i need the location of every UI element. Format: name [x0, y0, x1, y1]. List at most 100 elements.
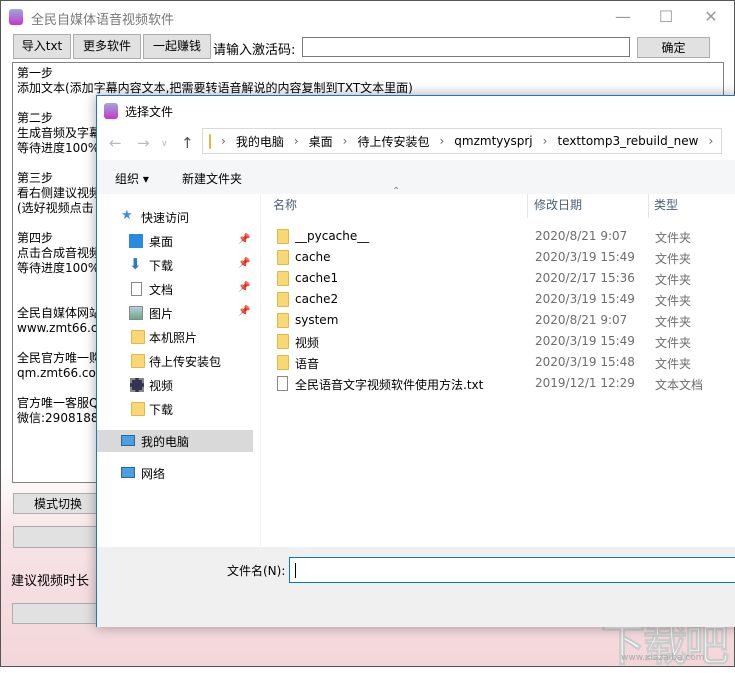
file-date: 2020/3/19 15:48 — [535, 355, 635, 369]
file-row[interactable]: cache1 2020/2/17 15:36 文件夹 — [273, 268, 733, 289]
file-date: 2020/3/19 15:49 — [535, 292, 635, 306]
sidebar-item-download-folder[interactable]: 下载 — [97, 398, 253, 420]
file-name: cache — [295, 250, 331, 264]
sidebar-item-documents[interactable]: 文档 📌 — [97, 278, 253, 300]
column-header-name[interactable]: 名称 — [273, 196, 297, 213]
sidebar-item-upload-packages[interactable]: 待上传安装包 — [97, 350, 253, 372]
activation-code-input[interactable] — [302, 37, 630, 57]
file-name: cache2 — [295, 292, 339, 306]
sidebar-item-videos[interactable]: 视频 — [97, 374, 253, 396]
desktop-icon — [129, 234, 143, 248]
file-row[interactable]: cache 2020/3/19 15:49 文件夹 — [273, 247, 733, 268]
sidebar-item-quick-access[interactable]: ★ 快速访问 — [97, 206, 253, 228]
window-title: 全民自媒体语音视频软件 — [31, 13, 175, 28]
pin-icon: 📌 — [238, 234, 251, 245]
file-type: 文件夹 — [655, 294, 692, 308]
network-icon — [121, 467, 135, 478]
back-icon[interactable]: ← — [109, 134, 122, 152]
sidebar-item-downloads[interactable]: ⬇ 下载 📌 — [97, 254, 253, 276]
breadcrumb-item[interactable]: texttomp3_rebuild_new — [557, 134, 698, 148]
breadcrumb-item[interactable]: 我的电脑 — [236, 133, 284, 150]
app-icon — [9, 9, 23, 25]
more-software-button[interactable]: 更多软件 — [73, 34, 141, 59]
file-row[interactable]: 视频 2020/3/19 15:49 文件夹 — [273, 331, 733, 352]
folder-icon — [131, 354, 145, 368]
folder-icon — [131, 330, 145, 344]
folder-icon — [277, 250, 289, 265]
document-icon — [131, 282, 142, 296]
file-name: 语音 — [295, 357, 320, 371]
minimize-button[interactable]: — — [613, 7, 633, 26]
dialog-bottom-panel: 文件名(N): — [97, 547, 735, 627]
blank-button-1[interactable] — [13, 526, 103, 548]
organize-button[interactable]: 组织 ▾ — [115, 170, 149, 187]
file-type: 文件夹 — [655, 336, 692, 350]
column-header-date[interactable]: 修改日期 — [534, 196, 582, 213]
sidebar-item-desktop[interactable]: 桌面 📌 — [97, 230, 253, 252]
address-bar[interactable]: › 我的电脑 › 桌面 › 待上传安装包 › qmzmtyysprj › texttomp… — [202, 128, 722, 154]
forward-icon[interactable]: → — [137, 134, 150, 152]
file-row[interactable]: cache2 2020/3/19 15:49 文件夹 — [273, 289, 733, 310]
dialog-toolbar: 组织 ▾ 新建文件夹 — [97, 160, 735, 194]
file-row[interactable]: __pycache__ 2020/8/21 9:07 文件夹 — [273, 226, 733, 247]
file-date: 2020/8/21 9:07 — [535, 313, 628, 327]
star-icon: ★ — [121, 208, 133, 223]
sidebar-item-this-pc[interactable]: 我的电脑 — [97, 430, 253, 452]
navigation-pane: ★ 快速访问 桌面 📌 ⬇ 下载 📌 文档 📌 图片 📌 本机照片 待上传安装包 视频 下载… — [97, 194, 261, 546]
file-name: 全民语音文字视频软件使用方法.txt — [295, 378, 484, 392]
earn-money-button[interactable]: 一起赚钱 — [143, 34, 211, 59]
folder-icon — [277, 229, 289, 244]
breadcrumb-item[interactable]: 桌面 — [309, 133, 333, 150]
filename-label: 文件名(N): — [227, 564, 286, 578]
file-type: 文件夹 — [655, 252, 692, 266]
file-name: __pycache__ — [295, 229, 370, 243]
file-type: 文件夹 — [655, 357, 692, 371]
up-icon[interactable]: ↑ — [181, 134, 194, 152]
filename-input[interactable] — [289, 557, 735, 583]
file-row[interactable]: 语音 2020/3/19 15:48 文件夹 — [273, 352, 733, 373]
pin-icon: 📌 — [238, 306, 251, 317]
file-dialog: 选择文件 ← → ∨ ↑ › 我的电脑 › 桌面 › 待上传安装包 › qmzmtyys… — [96, 95, 735, 627]
sidebar-item-local-photos[interactable]: 本机照片 — [97, 326, 253, 348]
text-file-icon — [277, 376, 288, 391]
download-icon: ⬇ — [129, 255, 142, 273]
dialog-icon — [104, 103, 118, 119]
dialog-title: 选择文件 — [125, 105, 174, 119]
maximize-button[interactable]: ☐ — [656, 7, 676, 26]
confirm-button[interactable]: 确定 — [637, 37, 710, 58]
folder-icon — [277, 334, 289, 349]
folder-icon — [131, 402, 145, 416]
column-header-type[interactable]: 类型 — [654, 196, 678, 213]
title-bar: 全民自媒体语音视频软件 — ☐ ✕ — [1, 1, 734, 33]
file-name: 视频 — [295, 336, 320, 350]
file-date: 2020/2/17 15:36 — [535, 271, 635, 285]
import-txt-button[interactable]: 导入txt — [13, 34, 71, 59]
folder-icon — [277, 313, 289, 328]
file-date: 2020/3/19 15:49 — [535, 250, 635, 264]
file-type: 文本文档 — [655, 378, 704, 392]
file-date: 2020/3/19 15:49 — [535, 334, 635, 348]
picture-icon — [129, 306, 143, 320]
file-row[interactable]: 全民语音文字视频软件使用方法.txt 2019/12/1 12:29 文本文档 — [273, 373, 733, 394]
close-button[interactable]: ✕ — [701, 7, 721, 26]
blank-button-2[interactable] — [12, 603, 102, 624]
folder-icon — [209, 133, 211, 149]
folder-icon — [277, 355, 289, 370]
file-date: 2020/8/21 9:07 — [535, 229, 628, 243]
file-type: 文件夹 — [655, 231, 692, 245]
mode-switch-button[interactable]: 模式切换 — [13, 493, 103, 514]
activation-label: 请输入激活码: — [213, 43, 296, 58]
breadcrumb-item[interactable]: qmzmtyysprj — [454, 134, 532, 148]
file-date: 2019/12/1 12:29 — [535, 376, 635, 390]
file-row[interactable]: system 2020/8/21 9:07 文件夹 — [273, 310, 733, 331]
pin-icon: 📌 — [238, 282, 251, 293]
sort-ascending-icon: ⌃ — [392, 186, 401, 197]
watermark-url: www.xiazaiba.com — [621, 653, 705, 663]
recent-dropdown-icon[interactable]: ∨ — [161, 139, 168, 149]
new-folder-button[interactable]: 新建文件夹 — [182, 170, 242, 187]
sidebar-item-pictures[interactable]: 图片 📌 — [97, 302, 253, 324]
file-name: system — [295, 313, 339, 327]
sidebar-item-network[interactable]: 网络 — [97, 462, 253, 484]
breadcrumb-item[interactable]: 待上传安装包 — [357, 133, 429, 150]
computer-icon — [121, 435, 135, 446]
